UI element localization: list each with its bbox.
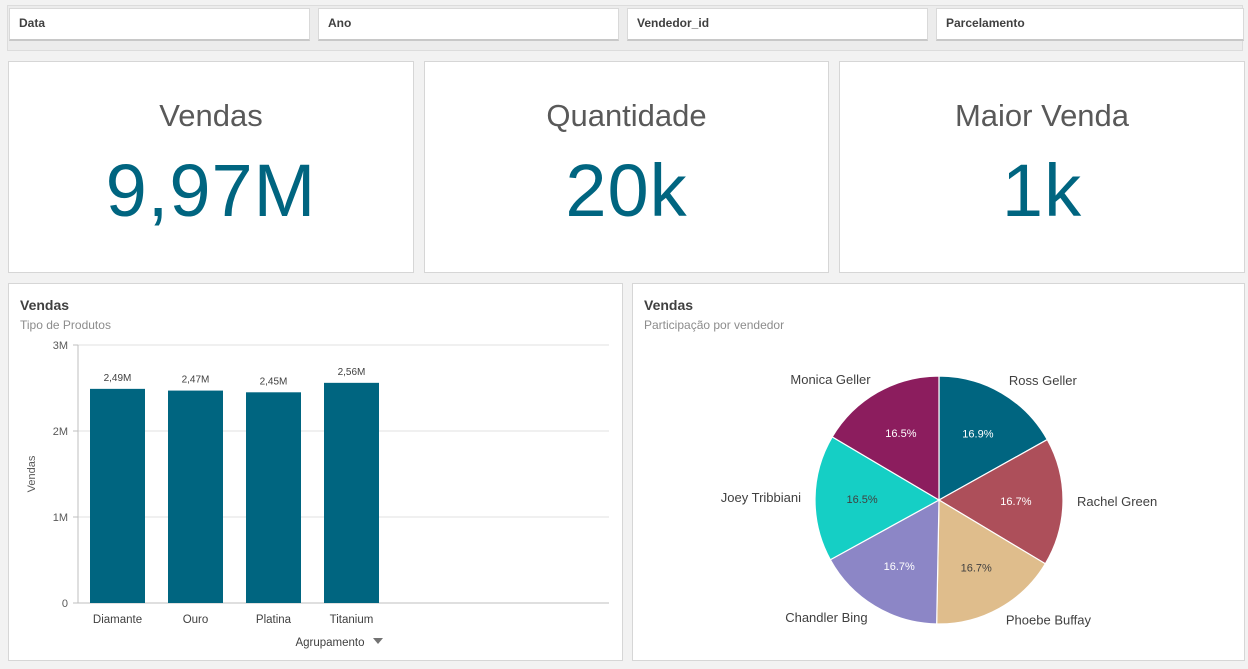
y-axis-title: Vendas bbox=[26, 455, 38, 492]
kpi-card-vendas[interactable]: Vendas 9,97M bbox=[8, 61, 414, 273]
kpi-value: 1k bbox=[1001, 149, 1083, 232]
bar-platina[interactable] bbox=[246, 392, 301, 603]
slice-name-label: Monica Geller bbox=[790, 372, 871, 387]
bar-ouro[interactable] bbox=[168, 390, 223, 603]
slice-percent-label: 16.5% bbox=[846, 494, 877, 506]
x-tick-label: Titanium bbox=[330, 614, 374, 626]
filter-bar: Data Ano Vendedor_id Parcelamento bbox=[7, 5, 1244, 51]
slice-name-label: Chandler Bing bbox=[785, 610, 867, 625]
caret-down-icon[interactable] bbox=[373, 638, 383, 644]
data-label: 2,45M bbox=[260, 376, 288, 387]
filter-vendedor-id[interactable]: Vendedor_id bbox=[627, 8, 928, 41]
bar-chart-card[interactable]: Vendas Tipo de Produtos 0 1M 2M 3M Vendas 2,4… bbox=[8, 283, 623, 661]
kpi-value: 9,97M bbox=[105, 149, 317, 232]
slice-name-label: Rachel Green bbox=[1077, 494, 1157, 509]
bar-titanium[interactable] bbox=[324, 382, 379, 603]
y-tick-label: 1M bbox=[53, 512, 68, 524]
bar-chart: 0 1M 2M 3M Vendas 2,49M Diamante 2,47M Ouro 2,45M… bbox=[26, 340, 609, 649]
bar-diamante[interactable] bbox=[90, 388, 145, 603]
kpi-title: Quantidade bbox=[546, 98, 707, 133]
data-label: 2,49M bbox=[104, 373, 132, 384]
slice-percent-label: 16.5% bbox=[885, 428, 916, 440]
slice-percent-label: 16.7% bbox=[961, 562, 992, 574]
y-tick-label: 3M bbox=[53, 340, 68, 352]
slice-percent-label: 16.7% bbox=[884, 561, 915, 573]
data-label: 2,47M bbox=[182, 375, 210, 386]
x-tick-label: Diamante bbox=[93, 614, 142, 626]
slice-name-label: Ross Geller bbox=[1009, 373, 1078, 388]
slice-percent-label: 16.9% bbox=[962, 429, 993, 441]
kpi-card-maior-venda[interactable]: Maior Venda 1k bbox=[839, 61, 1245, 273]
kpi-title: Vendas bbox=[159, 98, 263, 133]
pie-chart-card[interactable]: Vendas Participação por vendedor 16.9% Ro… bbox=[632, 283, 1245, 661]
slice-name-label: Phoebe Buffay bbox=[1006, 613, 1092, 628]
x-tick-label: Platina bbox=[256, 614, 292, 626]
slice-percent-label: 16.7% bbox=[1000, 496, 1031, 508]
kpi-title: Maior Venda bbox=[954, 98, 1130, 133]
y-tick-label: 2M bbox=[53, 426, 68, 438]
filter-parcelamento[interactable]: Parcelamento bbox=[936, 8, 1244, 41]
y-tick-label: 0 bbox=[62, 598, 68, 610]
kpi-value: 20k bbox=[565, 149, 688, 232]
pie-chart: 16.9% Ross Geller 16.7% Rachel Green 16.7% Ph… bbox=[721, 372, 1157, 628]
filter-data[interactable]: Data bbox=[9, 8, 310, 41]
filter-ano[interactable]: Ano bbox=[318, 8, 619, 41]
slice-name-label: Joey Tribbiani bbox=[721, 490, 801, 505]
x-tick-label: Ouro bbox=[183, 614, 209, 626]
data-label: 2,56M bbox=[338, 367, 366, 378]
kpi-card-quantidade[interactable]: Quantidade 20k bbox=[424, 61, 829, 273]
x-axis-title[interactable]: Agrupamento bbox=[295, 637, 364, 649]
